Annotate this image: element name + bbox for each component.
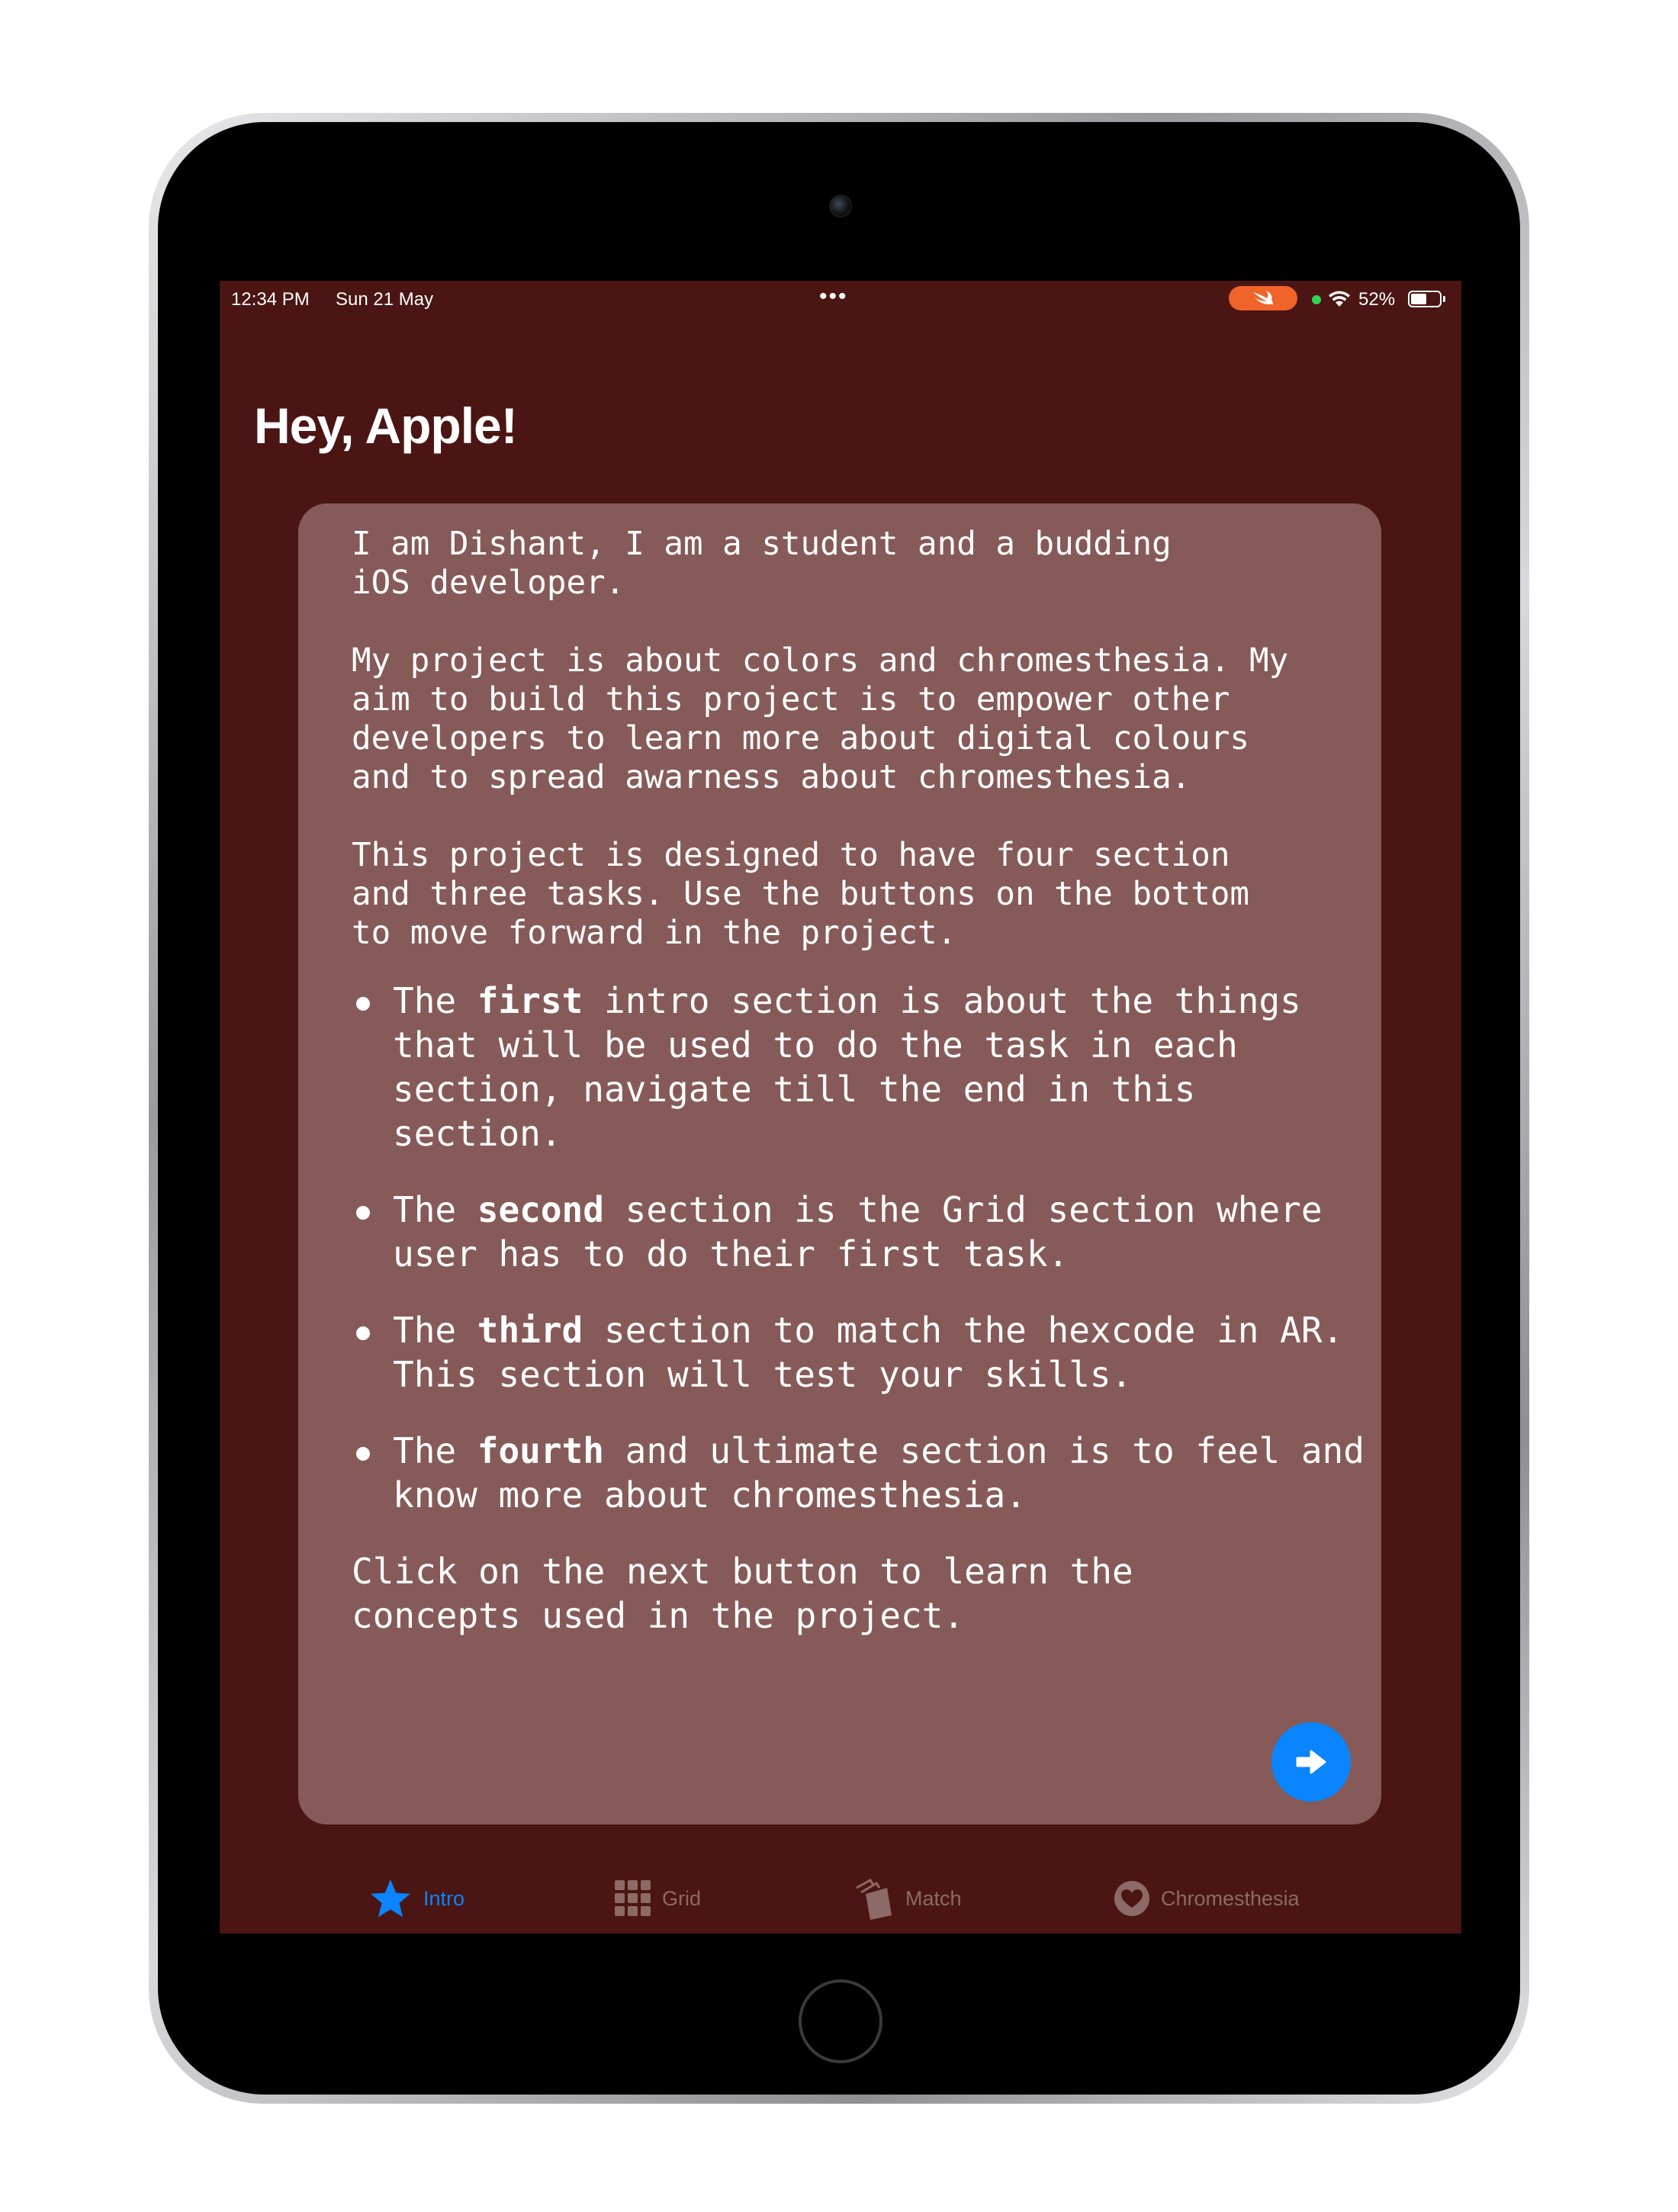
- status-time: 12:34 PM: [231, 289, 310, 310]
- intro-paragraph: This project is designed to have four se…: [352, 837, 1250, 952]
- tab-label: Intro: [423, 1886, 465, 1910]
- list-item: The fourth and ultimate section is to fe…: [352, 1429, 1366, 1517]
- status-date: Sun 21 May: [336, 289, 434, 310]
- list-item: The third section to match the hexcode i…: [352, 1308, 1366, 1397]
- front-camera: [829, 195, 852, 217]
- battery-icon: [1408, 291, 1442, 307]
- battery-tip: [1443, 296, 1445, 302]
- cards-icon: [853, 1877, 895, 1920]
- status-bar: 12:34 PM Sun 21 May ••• 52%: [220, 281, 1461, 317]
- closing-text: Click on the next button to learn the co…: [352, 1551, 1133, 1636]
- intro-card-body: I am Dishant, I am a student and a buddi…: [352, 525, 1366, 1638]
- app-screen: 12:34 PM Sun 21 May ••• 52% Hey, Apple! …: [220, 281, 1461, 1934]
- next-button[interactable]: [1271, 1722, 1351, 1802]
- intro-paragraph: My project is about colors and chromesth…: [352, 642, 1289, 796]
- page-title: Hey, Apple!: [254, 397, 518, 454]
- tab-label: Grid: [662, 1886, 702, 1910]
- sections-list: The first intro section is about the thi…: [352, 979, 1366, 1517]
- tab-match[interactable]: Match: [853, 1864, 962, 1933]
- tab-grid[interactable]: Grid: [615, 1864, 701, 1933]
- multitasking-dots[interactable]: •••: [819, 284, 848, 310]
- swift-icon: [1253, 291, 1273, 305]
- intro-paragraph: I am Dishant, I am a student and a buddi…: [352, 526, 1172, 602]
- tab-bar: Intro Grid Match Chromesthesia: [220, 1864, 1461, 1933]
- tab-chromesthesia[interactable]: Chromesthesia: [1114, 1864, 1300, 1933]
- list-item: The first intro section is about the thi…: [352, 979, 1366, 1156]
- grid-icon: [615, 1880, 651, 1917]
- camera-in-use-indicator: [1312, 295, 1321, 304]
- list-item: The second section is the Grid section w…: [352, 1188, 1366, 1276]
- intro-card: I am Dishant, I am a student and a buddi…: [298, 503, 1381, 1825]
- star-icon: [368, 1878, 413, 1919]
- tab-label: Chromesthesia: [1161, 1886, 1300, 1910]
- heart-circle-icon: [1114, 1880, 1150, 1917]
- wifi-icon: [1329, 291, 1350, 307]
- swift-playgrounds-pill[interactable]: [1229, 286, 1297, 310]
- home-button[interactable]: [799, 1979, 882, 2063]
- tab-intro[interactable]: Intro: [368, 1864, 465, 1933]
- arrow-right-icon: [1296, 1750, 1326, 1774]
- battery-percentage: 52%: [1358, 289, 1396, 310]
- tab-label: Match: [905, 1886, 962, 1910]
